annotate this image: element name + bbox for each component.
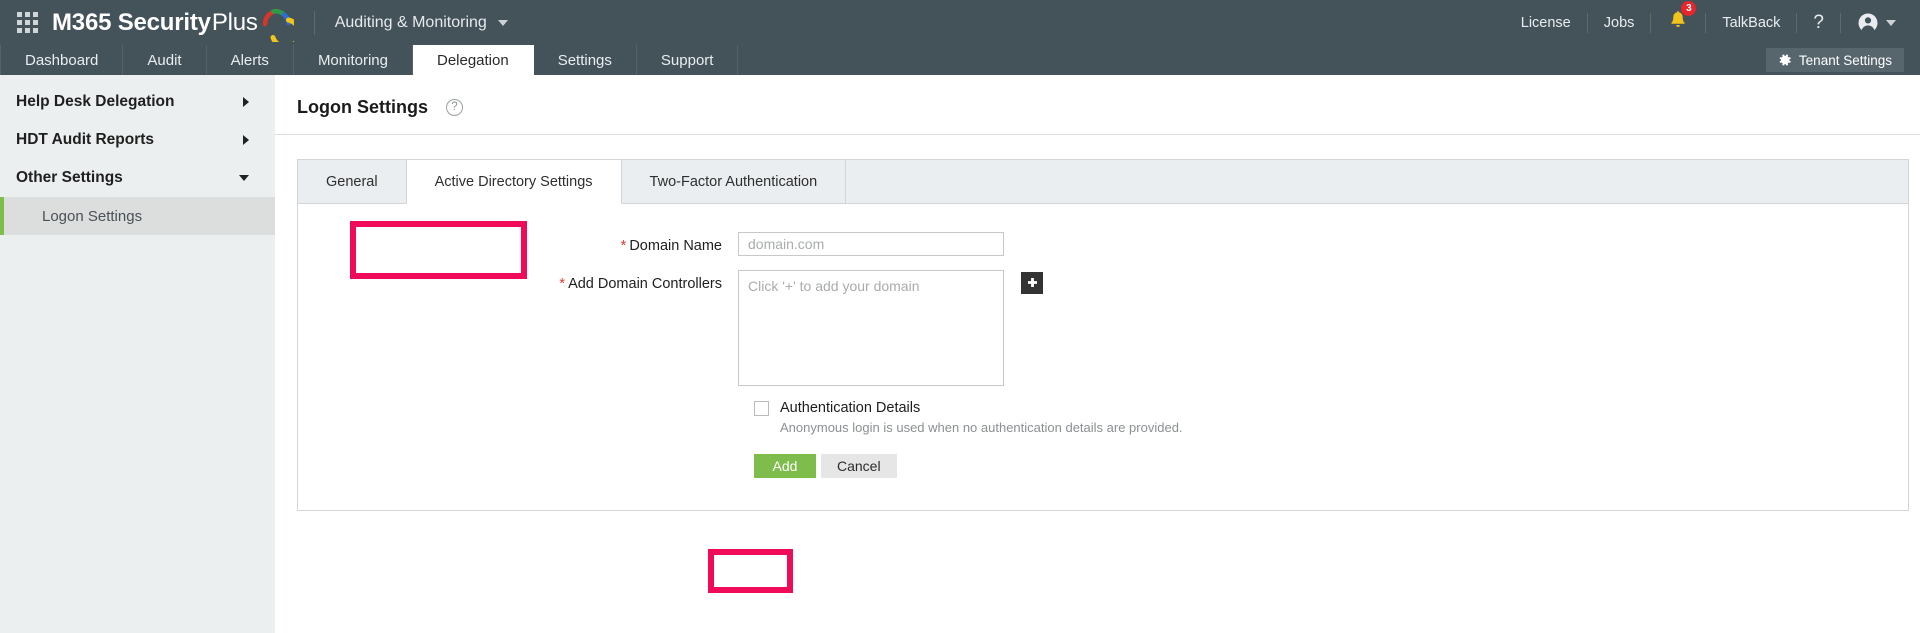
plus-icon [1027,277,1037,287]
domain-controllers-label: * Add Domain Controllers [298,270,738,292]
module-selector[interactable]: Auditing & Monitoring [335,14,508,32]
chevron-right-icon [243,135,249,145]
page-header: Logon Settings ? [275,75,1920,135]
talkback-link[interactable]: TalkBack [1706,15,1796,31]
primary-navigation-bar: Dashboard Audit Alerts Monitoring Delega… [0,45,1920,75]
tab-general[interactable]: General [298,160,407,203]
authentication-details-label: Authentication Details [780,400,921,416]
sidebar: Help Desk Delegation HDT Audit Reports O… [0,75,275,633]
add-domain-controller-button[interactable] [1021,272,1043,294]
top-header-bar: M365 Security Plus Auditing & Monitoring… [0,0,1920,45]
form-action-buttons: Add Cancel [754,454,1908,478]
authentication-details-checkbox[interactable] [754,400,769,416]
nav-tab-alerts[interactable]: Alerts [207,45,294,75]
add-button-highlight [708,549,793,593]
tab-two-factor-authentication[interactable]: Two-Factor Authentication [622,160,847,203]
account-menu[interactable] [1841,12,1906,34]
nav-tab-support[interactable]: Support [637,45,739,75]
required-marker: * [620,238,627,254]
nav-tab-audit[interactable]: Audit [123,45,207,75]
nav-tab-delegation[interactable]: Delegation [412,45,534,75]
nav-tab-monitoring[interactable]: Monitoring [294,45,413,75]
nav-tab-settings[interactable]: Settings [534,45,637,75]
settings-card: General Active Directory Settings Two-Fa… [297,159,1909,593]
cancel-button[interactable]: Cancel [821,454,897,478]
page-title: Logon Settings [297,97,428,117]
authentication-details-block: Authentication Details Anonymous login i… [754,400,1908,435]
domain-controllers-row: * Add Domain Controllers [298,270,1908,386]
brand-logo[interactable]: M365 Security Plus [52,4,294,42]
tab-active-directory-settings[interactable]: Active Directory Settings [406,160,622,204]
notifications-button[interactable]: 3 [1651,1,1705,35]
tenant-settings-button[interactable]: Tenant Settings [1765,48,1904,72]
header-divider [313,10,315,35]
tab-strip-filler [846,160,1908,203]
authentication-details-row: Authentication Details [754,400,1908,416]
sidebar-item-label: Help Desk Delegation [16,93,175,110]
module-selector-label: Auditing & Monitoring [334,13,487,31]
nav-tab-dashboard[interactable]: Dashboard [0,45,124,75]
sidebar-subitem-label: Logon Settings [42,207,143,225]
brand-name-light: Plus [211,8,258,36]
domain-controllers-textarea[interactable] [738,270,1004,386]
tenant-settings-label: Tenant Settings [1798,52,1892,68]
primary-nav-tabs: Dashboard Audit Alerts Monitoring Delega… [0,45,739,75]
page-body: Help Desk Delegation HDT Audit Reports O… [0,75,1920,633]
gear-icon [1779,54,1791,66]
add-button[interactable]: Add [754,454,816,478]
sidebar-item-logon-settings[interactable]: Logon Settings [0,197,275,235]
main-content: Logon Settings ? General Active Director… [275,75,1920,633]
domain-name-row: * Domain Name [298,232,1908,256]
active-directory-form: *Domain Name *Add Domain Controllers [298,204,1908,478]
chevron-down-icon [497,19,508,26]
domain-name-input[interactable] [738,232,1004,256]
authentication-details-hint: Anonymous login is used when no authenti… [780,420,1183,435]
domain-name-label-text: Domain Name [629,238,722,254]
sidebar-item-hdt-audit-reports[interactable]: HDT Audit Reports [0,121,275,159]
help-circle-icon[interactable]: ? [445,99,463,116]
chevron-down-icon [239,175,249,181]
help-link[interactable]: ? [1797,12,1840,34]
sidebar-item-help-desk-delegation[interactable]: Help Desk Delegation [0,83,275,121]
chevron-right-icon [243,97,249,107]
brand-name-bold: M365 Security [52,8,211,36]
header-right-actions: License Jobs 3 TalkBack ? [1505,0,1920,45]
required-marker: * [559,276,566,292]
sidebar-item-other-settings[interactable]: Other Settings [0,159,275,197]
domain-name-control [738,232,1004,256]
card-tab-strip: General Active Directory Settings Two-Fa… [298,160,1908,204]
domain-controllers-label-text: Add Domain Controllers [568,276,722,292]
domain-controllers-control [738,270,1043,386]
chevron-down-icon [1886,19,1896,26]
notification-badge: 3 [1681,1,1697,16]
sidebar-item-label: Other Settings [16,169,123,186]
app-grid-icon[interactable] [14,10,40,36]
sidebar-item-label: HDT Audit Reports [16,131,155,148]
jobs-link[interactable]: Jobs [1588,15,1651,31]
license-link[interactable]: License [1505,15,1587,31]
domain-name-label: * Domain Name [298,232,738,254]
user-avatar-icon [1858,13,1878,33]
logo-swoosh-icon [260,4,294,42]
